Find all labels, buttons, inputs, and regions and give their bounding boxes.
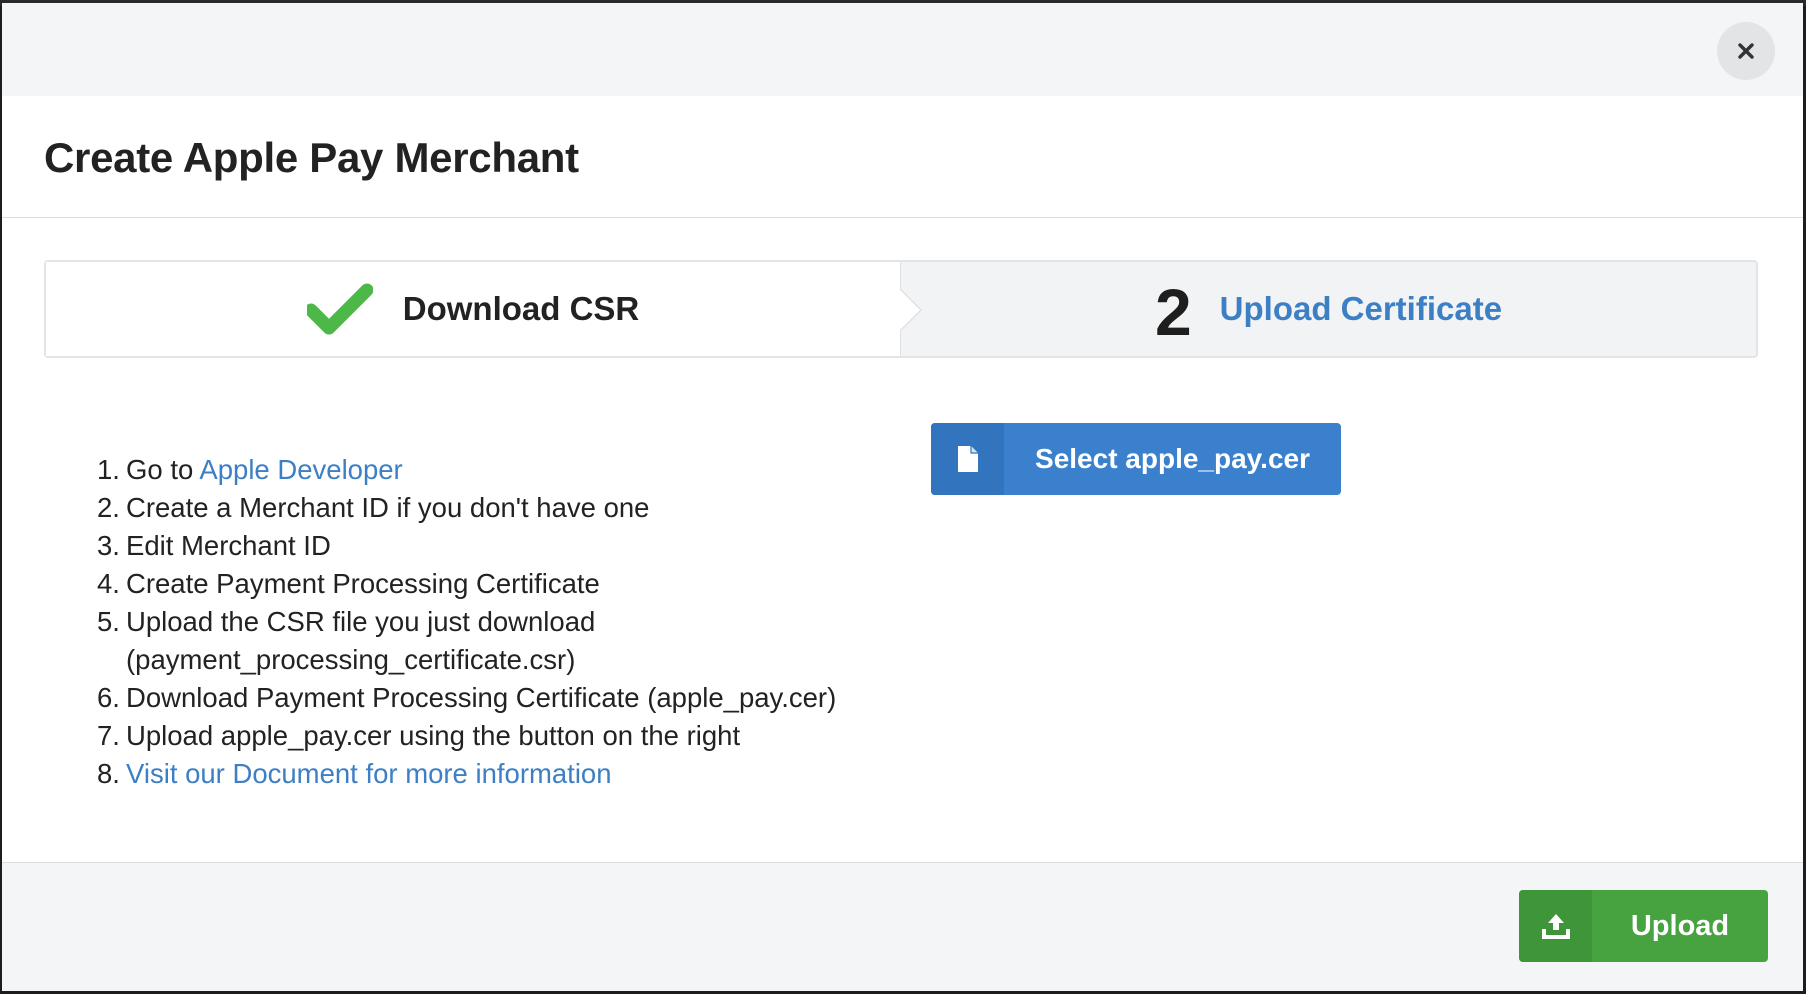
modal-title: Create Apple Pay Merchant <box>44 134 579 181</box>
apple-developer-link[interactable]: Apple Developer <box>199 454 402 485</box>
list-item: 8. Visit our Document for more informati… <box>97 758 612 789</box>
upload-button-label: Upload <box>1630 909 1730 942</box>
file-icon <box>957 446 978 472</box>
documentation-link[interactable]: Visit our Document for more information <box>126 758 612 789</box>
step-label: Upload Certificate <box>1219 290 1503 327</box>
upload-button[interactable]: Upload <box>1519 890 1768 962</box>
list-item: 6. Download Payment Processing Certifica… <box>97 682 837 713</box>
list-item: 3. Edit Merchant ID <box>97 530 331 561</box>
check-icon <box>306 283 373 335</box>
instructions-list: 1. Go to Apple Developer 2. Create a Mer… <box>97 451 836 793</box>
modal-topbar <box>2 3 1803 96</box>
step-number: 2 <box>1154 275 1192 349</box>
step-wizard: Download CSR 2 Upload Certificate <box>44 260 1758 358</box>
close-icon <box>1738 43 1754 59</box>
modal-header: Create Apple Pay Merchant <box>2 96 1803 218</box>
button-icon-box <box>931 423 1004 495</box>
select-button-label: Select apple_pay.cer <box>1035 443 1310 474</box>
button-icon-box <box>1519 890 1592 962</box>
list-item: 2. Create a Merchant ID if you don't hav… <box>97 492 650 523</box>
list-item: 1. Go to Apple Developer <box>97 454 403 485</box>
list-item: 5. Upload the CSR file you just download… <box>97 606 596 675</box>
step-label: Download CSR <box>402 290 640 327</box>
list-item: 4. Create Payment Processing Certificate <box>97 568 600 599</box>
step-upload-certificate[interactable]: 2 Upload Certificate <box>901 262 1756 356</box>
modal-dialog: Create Apple Pay Merchant Download CSR 2… <box>2 3 1803 991</box>
close-button[interactable] <box>1717 22 1775 80</box>
select-certificate-button[interactable]: Select apple_pay.cer <box>931 423 1341 495</box>
step-download-csr[interactable]: Download CSR <box>46 262 922 356</box>
list-item: 7. Upload apple_pay.cer using the button… <box>97 720 741 751</box>
upload-icon <box>1541 914 1570 939</box>
